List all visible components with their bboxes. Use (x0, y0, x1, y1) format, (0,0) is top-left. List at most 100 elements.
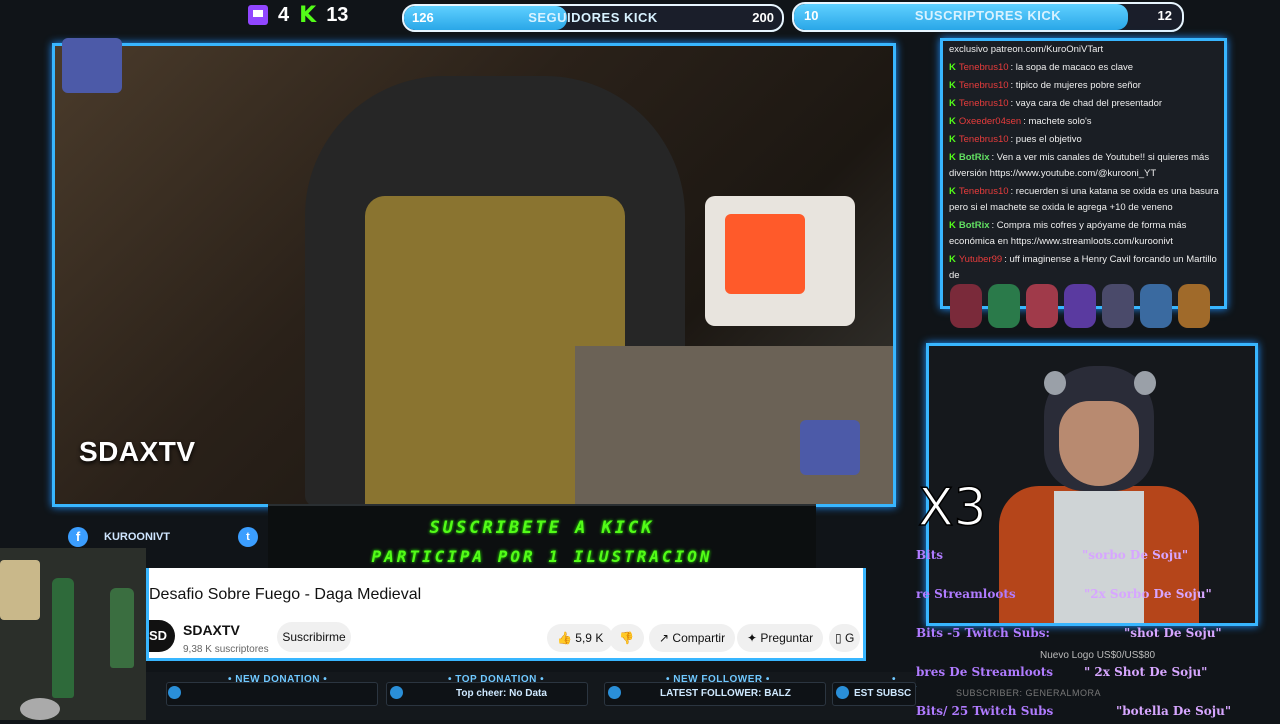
banner-line-2: PARTICIPA POR 1 ILUSTRACION (371, 547, 713, 566)
kick-badge-icon: K (949, 152, 956, 163)
like-button[interactable]: 👍 5,9 K (547, 624, 614, 652)
kick-badge-icon: K (949, 80, 956, 91)
thumbs-down-icon: 👎 (619, 631, 634, 645)
like-count: 5,9 K (575, 631, 604, 645)
alerts-bar: • NEW DONATION • • TOP DONATION • Top ch… (146, 672, 916, 720)
twitter-icon[interactable]: t (238, 527, 258, 547)
kick-icon: K (299, 2, 317, 28)
twitch-count: 4 (278, 3, 290, 26)
rewards-table: Bits "sorbo De Soju" re Streamloots "2x … (916, 545, 1280, 720)
chat-message: K Tenebrus10: vaya cara de chad del prese… (943, 95, 1224, 113)
channel-avatar[interactable]: SD (149, 620, 175, 652)
share-icon: ↗ (659, 631, 670, 645)
chat-text: : vaya cara de chad del presentador (1010, 98, 1163, 109)
followers-goal-label: SEGUIDORES KICK (528, 10, 658, 25)
share-button[interactable]: ↗ Compartir (649, 624, 736, 652)
chat-message: K Yutuber99: uff imaginense a Henry Cavil… (943, 251, 1224, 285)
chat-panel: exclusivo patreon.com/KuroOniVTart K Teneb… (940, 38, 1227, 309)
save-label: G (844, 631, 855, 645)
chat-username[interactable]: BotRix (959, 220, 990, 231)
soju-bottle (110, 588, 134, 668)
chat-text: : la sopa de macaco es clave (1010, 62, 1134, 73)
reward-condition: Bits -5 Twitch Subs: (916, 626, 1050, 640)
subs-goal-bar: 10 SUSCRIPTORES KICK 12 (792, 2, 1184, 32)
chat-username[interactable]: Tenebrus10 (959, 62, 1009, 73)
video-player[interactable]: SDAXTV (52, 43, 896, 507)
facebook-handle: KUROONIVT (104, 531, 170, 543)
follower-icon (608, 686, 621, 699)
kick-badge-icon: K (949, 220, 956, 231)
emote-5-icon (1102, 284, 1134, 328)
kick-badge-icon: K (949, 98, 956, 109)
dislike-button[interactable]: 👎 (609, 624, 644, 652)
video-title[interactable]: Desafio Sobre Fuego - Daga Medieval (149, 586, 421, 604)
reward-row: bres De Streamloots " 2x Shot De Soju" (916, 665, 1280, 685)
figure-box (0, 560, 40, 620)
reward-action: "botella De Soju" (1116, 704, 1232, 718)
sparkle-icon: ✦ (747, 631, 758, 645)
chat-message: K Tenebrus10: pues el objetivo (943, 131, 1224, 149)
chat-text: : pues el objetivo (1010, 134, 1082, 145)
kick-badge-icon: K (949, 134, 956, 145)
chat-username[interactable]: Tenebrus10 (959, 134, 1009, 145)
reward-condition: Bits (916, 548, 943, 562)
save-button[interactable]: ▯ G (829, 624, 861, 652)
chat-username[interactable]: Yutuber99 (959, 254, 1002, 265)
reward-condition: re Streamloots (916, 587, 1016, 601)
social-links: f KUROONIVT t (68, 527, 258, 547)
reward-row: Bits -5 Twitch Subs: "shot De Soju" (916, 626, 1280, 646)
kick-count: 13 (326, 3, 349, 26)
emote-2-icon (988, 284, 1020, 328)
chat-text: : machete solo's (1023, 116, 1092, 127)
emote-row (950, 284, 1220, 330)
banner-line-1: SUSCRIBETE A KICK (429, 518, 655, 538)
reward-row: Bits/ 25 Twitch Subs "botella De Soju" (916, 704, 1280, 724)
chat-message: K Tenebrus10: la sopa de macaco es clave (943, 59, 1224, 77)
new-donation-box (166, 682, 378, 706)
vtuber-horn-right (1134, 371, 1156, 395)
new-follower-value: LATEST FOLLOWER: BALZ (660, 688, 791, 699)
chat-username[interactable]: Tenebrus10 (959, 186, 1009, 197)
glass (20, 698, 60, 720)
kick-badge-icon: K (949, 254, 956, 265)
reward-action: "shot De Soju" (1124, 626, 1222, 640)
chat-username[interactable]: Tenebrus10 (959, 80, 1009, 91)
chat-username[interactable]: Oxeeder04sen (959, 116, 1021, 127)
chat-username[interactable]: Tenebrus10 (959, 98, 1009, 109)
emote-1-icon (950, 284, 982, 328)
kick-banner: SUSCRIBETE A KICK PARTICIPA POR 1 ILUSTR… (268, 504, 816, 568)
kick-badge-icon: K (949, 186, 956, 197)
video-oven-fire (725, 214, 805, 294)
subscribe-button[interactable]: Suscribirme (277, 622, 351, 652)
top-counters: 4 K 13 (248, 2, 348, 28)
chat-message: K BotRix: Compra mis cofres y apóyame de … (943, 217, 1224, 251)
pixel-mascot-top (62, 38, 122, 93)
emote-4-icon (1064, 284, 1096, 328)
twitch-icon (248, 5, 268, 25)
vtuber-horn-left (1044, 371, 1066, 395)
reward-condition: Bits/ 25 Twitch Subs (916, 704, 1054, 718)
chat-list: exclusivo patreon.com/KuroOniVTart K Teneb… (943, 41, 1224, 285)
chat-username[interactable]: BotRix (959, 152, 990, 163)
top-donation-icon (390, 686, 403, 699)
thumbs-up-icon: 👍 (557, 631, 572, 645)
sub-icon (836, 686, 849, 699)
subscriber-count: 9,38 K suscriptores (183, 644, 269, 655)
channel-name[interactable]: SDAXTV (183, 622, 240, 638)
nuevo-logo-text: Nuevo Logo US$0/US$80 (1040, 650, 1156, 661)
youtube-card: Desafio Sobre Fuego - Daga Medieval SD S… (146, 568, 866, 661)
donation-icon (168, 686, 181, 699)
desk-scene (0, 548, 146, 720)
ask-button[interactable]: ✦ Preguntar (737, 624, 824, 652)
new-sub-value: EST SUBSC (854, 688, 912, 699)
reward-action: " 2x Shot De Soju" (1084, 665, 1208, 679)
vtuber-face (1059, 401, 1139, 486)
kick-badge-icon: K (949, 116, 956, 127)
subs-goal-end: 12 (1157, 8, 1172, 23)
facebook-icon[interactable]: f (68, 527, 88, 547)
chat-message: K BotRix: Ven a ver mis canales de Youtub… (943, 149, 1224, 183)
chat-text: exclusivo patreon.com/KuroOniVTart (949, 44, 1104, 55)
chat-message: K Tenebrus10: recuerden si una katana se … (943, 183, 1224, 217)
video-watermark: SDAXTV (79, 436, 196, 467)
followers-goal-end: 200 (752, 10, 774, 25)
